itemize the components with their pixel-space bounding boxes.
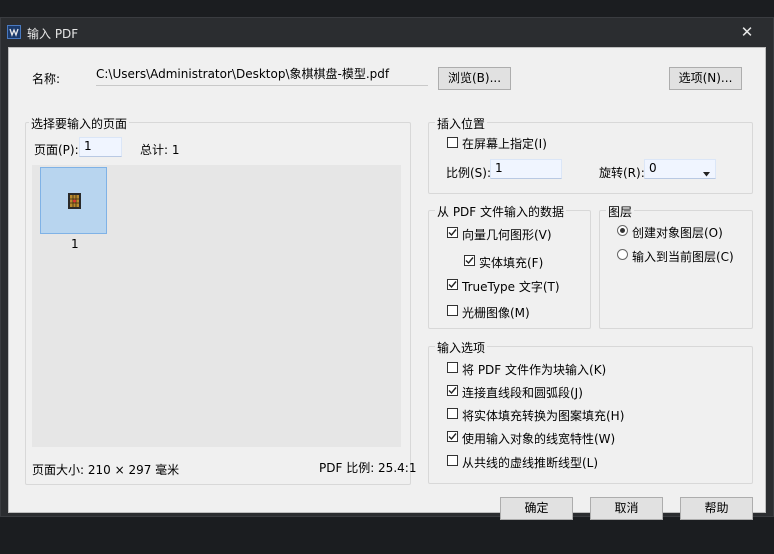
page-preview-area: 1 (32, 165, 401, 447)
page-thumbnail[interactable] (40, 167, 107, 234)
checkmark-icon (448, 387, 457, 395)
rotation-label: 旋转(R): (599, 166, 645, 180)
checkmark-icon (448, 433, 457, 441)
on-screen-label: 在屏幕上指定(I) (462, 137, 547, 151)
dialog-body: 名称: C:\Users\Administrator\Desktop\象棋棋盘-… (8, 47, 766, 520)
app-logo-icon (7, 25, 21, 39)
pdf-data-title: 从 PDF 文件输入的数据 (435, 203, 567, 220)
convert-fills-checkbox[interactable] (447, 408, 458, 419)
raster-images-label: 光栅图像(M) (462, 306, 530, 320)
chevron-down-icon (703, 165, 710, 181)
insert-point-title: 插入位置 (435, 115, 488, 132)
truetype-text-label: TrueType 文字(T) (462, 280, 560, 294)
lineweight-checkbox[interactable] (447, 431, 458, 442)
import-as-block-checkbox[interactable] (447, 362, 458, 373)
ok-button[interactable]: 确定 (500, 497, 573, 520)
lineweight-label: 使用输入对象的线宽特性(W) (462, 432, 616, 446)
scale-label: 比例(S): (446, 166, 492, 180)
on-screen-checkbox[interactable] (447, 137, 458, 148)
import-as-block-label: 将 PDF 文件作为块输入(K) (462, 363, 607, 377)
title-bar[interactable]: 输入 PDF ✕ (1, 18, 773, 47)
chessboard-icon (68, 193, 81, 209)
scale-input[interactable]: 1 (490, 159, 562, 179)
page-select-title: 选择要输入的页面 (29, 115, 130, 132)
layers-title: 图层 (606, 203, 635, 220)
page-total: 总计: 1 (140, 143, 180, 157)
convert-fills-label: 将实体填充转换为图案填充(H) (462, 409, 625, 423)
close-icon: ✕ (740, 23, 754, 41)
page-size-text: 页面大小: 210 × 297 毫米 (32, 463, 180, 477)
rotation-value: 0 (649, 161, 657, 175)
vector-geometry-label: 向量几何图形(V) (462, 228, 552, 242)
insert-point-group (428, 122, 753, 194)
checkmark-icon (448, 229, 457, 237)
solid-fill-checkbox[interactable] (464, 255, 475, 266)
cancel-button[interactable]: 取消 (590, 497, 663, 520)
thumbnail-caption: 1 (71, 237, 79, 251)
join-segments-checkbox[interactable] (447, 385, 458, 396)
create-object-layers-label: 创建对象图层(O) (632, 226, 723, 240)
current-layer-radio[interactable] (617, 249, 628, 260)
checkmark-icon (465, 257, 474, 265)
current-layer-label: 输入到当前图层(C) (632, 250, 734, 264)
import-options-title: 输入选项 (435, 339, 488, 356)
infer-linetypes-label: 从共线的虚线推断线型(L) (462, 456, 599, 470)
name-label: 名称: (32, 72, 61, 86)
pdf-scale-text: PDF 比例: 25.4:1 (319, 461, 417, 475)
vector-geometry-checkbox[interactable] (447, 227, 458, 238)
solid-fill-label: 实体填充(F) (479, 256, 544, 270)
pdf-import-dialog: 输入 PDF ✕ 名称: C:\Users\Administrator\Desk… (0, 17, 774, 520)
create-object-layers-radio[interactable] (617, 225, 628, 236)
truetype-text-checkbox[interactable] (447, 279, 458, 290)
join-segments-label: 连接直线段和圆弧段(J) (462, 386, 583, 400)
browse-button[interactable]: 浏览(B)... (438, 67, 511, 90)
options-button[interactable]: 选项(N)... (669, 67, 742, 90)
window-title: 输入 PDF (27, 27, 79, 41)
close-button[interactable]: ✕ (725, 18, 769, 47)
rotation-select[interactable]: 0 (644, 159, 716, 179)
page-label: 页面(P): (34, 143, 79, 157)
radio-dot-icon (620, 228, 625, 233)
page-number-input[interactable]: 1 (79, 137, 122, 157)
infer-linetypes-checkbox[interactable] (447, 455, 458, 466)
file-path-field[interactable]: C:\Users\Administrator\Desktop\象棋棋盘-模型.p… (96, 66, 428, 86)
help-button[interactable]: 帮助 (680, 497, 753, 520)
raster-images-checkbox[interactable] (447, 305, 458, 316)
checkmark-icon (448, 281, 457, 289)
